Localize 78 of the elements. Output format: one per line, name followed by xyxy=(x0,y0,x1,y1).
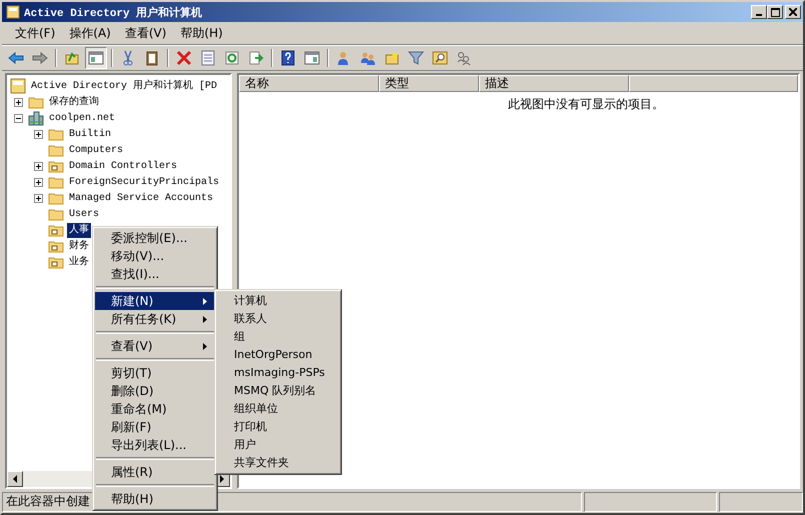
maximize-icon xyxy=(770,8,780,16)
menu-item[interactable]: msImaging-PSPs xyxy=(217,364,339,382)
menu-item[interactable]: 打印机 xyxy=(217,418,339,436)
tree-item[interactable]: 业务 xyxy=(67,254,91,270)
find-icon xyxy=(432,50,448,66)
tree-item[interactable]: 保存的查询 xyxy=(47,94,101,110)
tree-item[interactable]: coolpen.net xyxy=(47,110,118,126)
menu-item[interactable]: 重命名(M) xyxy=(95,400,215,418)
help-icon xyxy=(280,50,296,66)
tree-item[interactable]: Domain Controllers xyxy=(67,158,180,174)
collapse-icon[interactable] xyxy=(14,114,23,122)
properties-icon xyxy=(200,50,216,66)
expand-icon[interactable] xyxy=(14,98,23,106)
menu-item[interactable]: 联系人 xyxy=(217,310,339,328)
column-header[interactable]: 类型 xyxy=(379,75,479,92)
menu-item[interactable]: 查看(V) xyxy=(95,337,215,355)
menu-item[interactable]: 组织单位 xyxy=(217,400,339,418)
action-pane-icon xyxy=(304,50,320,66)
close-icon xyxy=(789,8,797,16)
back-arrow-icon xyxy=(8,50,24,66)
filter-icon xyxy=(408,50,424,66)
right-arrow-icon xyxy=(218,475,226,483)
menu-item[interactable]: 共享文件夹 xyxy=(217,454,339,472)
tree-item[interactable]: Managed Service Accounts xyxy=(67,190,216,206)
scroll-left-button[interactable] xyxy=(7,471,23,487)
expand-icon[interactable] xyxy=(34,130,43,138)
menu-item[interactable]: 剪切(T) xyxy=(95,364,215,382)
minimize-button[interactable] xyxy=(751,5,767,19)
domain-icon xyxy=(28,110,44,126)
menu-item[interactable]: 导出列表(L)... xyxy=(95,436,215,454)
menu-item[interactable]: 操作(A) xyxy=(62,22,118,44)
expand-icon[interactable] xyxy=(34,178,43,186)
new-folder-icon xyxy=(384,50,400,66)
menu-item[interactable]: 移动(V)... xyxy=(95,247,215,265)
menu-item[interactable]: 帮助(H) xyxy=(95,490,215,508)
menu-item[interactable]: 文件(F) xyxy=(8,22,62,44)
menu-item[interactable]: 计算机 xyxy=(217,292,339,310)
menu-item[interactable]: 刷新(F) xyxy=(95,418,215,436)
menu-item[interactable]: 查看(V) xyxy=(118,22,174,44)
expand-icon[interactable] xyxy=(34,194,43,202)
app-icon xyxy=(6,5,20,19)
clipboard-icon xyxy=(144,50,160,66)
tree-item[interactable]: Users xyxy=(67,206,102,222)
menu-item[interactable]: 委派控制(E)... xyxy=(95,229,215,247)
delete-icon xyxy=(176,50,192,66)
menu-item[interactable]: MSMQ 队列别名 xyxy=(217,382,339,400)
expand-icon[interactable] xyxy=(34,162,43,170)
folder-up-icon xyxy=(64,50,80,66)
toolbar-button[interactable] xyxy=(85,47,107,69)
menu-item[interactable]: 所有任务(K) xyxy=(95,310,215,328)
forward-arrow-icon xyxy=(32,50,48,66)
pane-icon xyxy=(88,50,104,66)
empty-message: 此视图中没有可显示的项目。 xyxy=(507,96,665,113)
menu-item[interactable]: 组 xyxy=(217,328,339,346)
tree-item[interactable]: 财务 xyxy=(67,238,91,254)
export-icon xyxy=(248,50,264,66)
tree-item[interactable]: Computers xyxy=(67,142,126,158)
window-title: Active Directory 用户和计算机 xyxy=(24,6,204,20)
tree-item[interactable]: ForeignSecurityPrincipals xyxy=(67,174,222,190)
menu-item[interactable]: 查找(I)... xyxy=(95,265,215,283)
console-icon xyxy=(10,78,26,94)
column-header[interactable]: 描述 xyxy=(479,75,629,92)
menu-item[interactable]: 删除(D) xyxy=(95,382,215,400)
tree-item[interactable]: Builtin xyxy=(67,126,114,142)
left-arrow-icon xyxy=(11,475,19,483)
menu-item[interactable]: 用户 xyxy=(217,436,339,454)
people-icon xyxy=(456,50,472,66)
close-button[interactable] xyxy=(785,5,801,19)
tree-item[interactable]: Active Directory 用户和计算机 [PD xyxy=(29,78,220,94)
column-header[interactable]: 名称 xyxy=(239,75,379,92)
menu-item[interactable]: 属性(R) xyxy=(95,463,215,481)
maximize-button[interactable] xyxy=(767,5,783,19)
menu-item[interactable]: 新建(N) xyxy=(95,292,215,310)
menu-item[interactable]: InetOrgPerson xyxy=(217,346,339,364)
group-icon xyxy=(360,50,376,66)
refresh-icon xyxy=(224,50,240,66)
menu-item[interactable]: 帮助(H) xyxy=(173,22,230,44)
tree-item[interactable]: 人事 xyxy=(67,222,91,238)
